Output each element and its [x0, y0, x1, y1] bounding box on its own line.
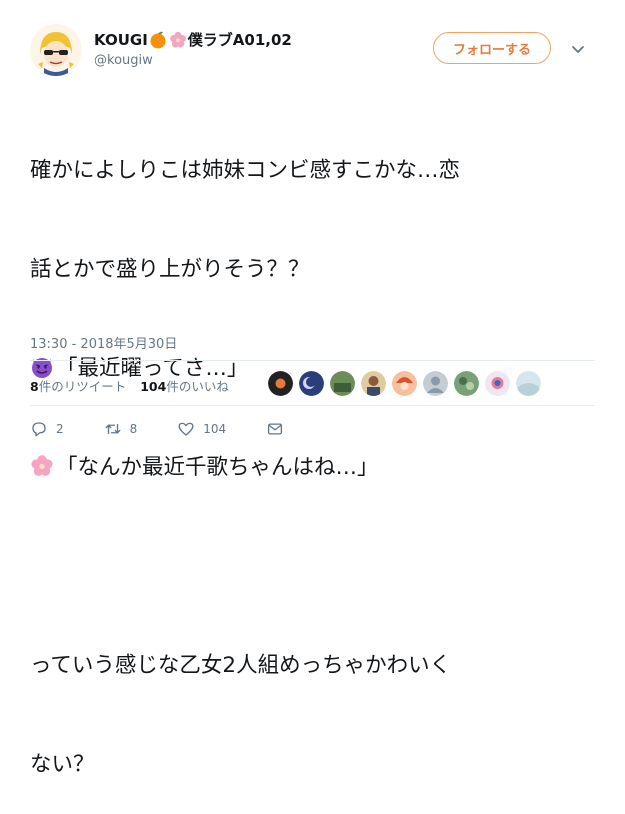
- liker-avatar[interactable]: [268, 371, 293, 396]
- tweet-line: 「なんか最近千歌ちゃんはね…」: [30, 451, 595, 484]
- cherry-blossom-icon: [31, 455, 53, 476]
- liker-avatar[interactable]: [361, 371, 386, 396]
- reply-count: 2: [56, 422, 64, 436]
- liker-avatar[interactable]: [485, 371, 510, 396]
- author-name-block[interactable]: KOUGI 僕ラブA01,02 @kougiw: [94, 29, 292, 69]
- like-stat-count: 104: [140, 378, 167, 394]
- envelope-icon: [268, 423, 283, 435]
- tweet-line: ない？: [30, 752, 95, 777]
- retweet-icon: [105, 423, 121, 435]
- like-action[interactable]: 104: [177, 420, 226, 438]
- liker-avatars: [268, 371, 547, 396]
- divider: [30, 405, 595, 406]
- like-stat[interactable]: 104件のいいね: [140, 376, 229, 395]
- liker-avatar[interactable]: [516, 371, 541, 396]
- direct-message-action[interactable]: [266, 420, 292, 438]
- tweet-timestamp[interactable]: 13:30 - 2018年5月30日: [30, 333, 177, 352]
- author-display-name[interactable]: KOUGI 僕ラブA01,02: [94, 29, 292, 50]
- follow-button[interactable]: フォローする: [433, 32, 551, 64]
- like-stat-label: 件のいいね: [166, 378, 229, 394]
- liker-avatar[interactable]: [423, 371, 448, 396]
- chevron-down-icon[interactable]: [569, 40, 587, 58]
- retweet-stat[interactable]: 8件のリツイート: [30, 376, 126, 395]
- tweet-text: 確かによしりこは姉妹コンビ感すこかな…恋 話とかで盛り上がりそう？？ 「最近曜っ…: [30, 88, 595, 814]
- display-name-prefix: KOUGI: [94, 30, 148, 49]
- display-name-suffix: 僕ラブA01,02: [187, 31, 292, 49]
- tweet-line: 話とかで盛り上がりそう？？: [30, 257, 310, 282]
- tweet-actions: 2 8 104: [30, 420, 332, 438]
- orange-icon: [150, 31, 166, 48]
- cherry-blossom-icon: [169, 31, 186, 47]
- liker-avatar[interactable]: [454, 371, 479, 396]
- retweet-count: 8: [129, 422, 138, 436]
- like-count: 104: [203, 422, 227, 436]
- liker-avatar[interactable]: [392, 371, 417, 396]
- tweet-line: 確かによしりこは姉妹コンビ感すこかな…恋: [30, 158, 461, 183]
- reply-icon: [32, 422, 46, 437]
- retweet-stat-count: 8: [30, 378, 39, 394]
- tweet-header: KOUGI 僕ラブA01,02 @kougiw フォローする: [30, 18, 595, 78]
- author-handle[interactable]: @kougiw: [94, 53, 292, 68]
- divider: [30, 360, 595, 361]
- tweet-line: っていう感じな乙女2人組めっちゃかわいく: [30, 653, 452, 678]
- tweet-line: [30, 550, 595, 583]
- retweet-action[interactable]: 8: [104, 420, 138, 438]
- tweet-stats: 8件のリツイート 104件のいいね: [30, 370, 243, 400]
- reply-action[interactable]: 2: [30, 420, 64, 438]
- retweet-stat-label: 件のリツイート: [38, 378, 127, 394]
- liker-avatar[interactable]: [330, 371, 355, 396]
- liker-avatar[interactable]: [299, 371, 324, 396]
- author-avatar[interactable]: [30, 24, 82, 76]
- heart-icon: [178, 422, 194, 436]
